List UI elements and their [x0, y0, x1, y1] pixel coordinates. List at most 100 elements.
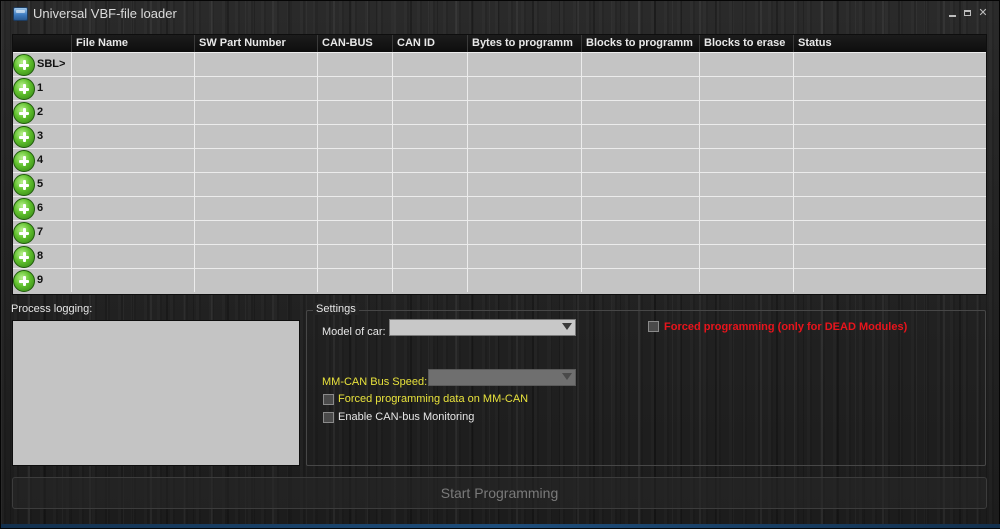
- cell-status: [793, 269, 986, 292]
- cell-bytes-to-programm: [467, 125, 581, 148]
- add-file-plus-icon[interactable]: [13, 246, 35, 268]
- cell-blocks-to-programm: [581, 197, 699, 220]
- cell-blocks-to-programm: [581, 149, 699, 172]
- row-label: 4: [37, 154, 44, 166]
- row-header: 4: [13, 149, 71, 172]
- grid-row-2[interactable]: 2: [13, 100, 986, 124]
- cell-bytes-to-programm: [467, 149, 581, 172]
- forced-mm-can-label[interactable]: Forced programming data on MM-CAN: [338, 393, 528, 405]
- cell-can-id: [392, 197, 467, 220]
- cell-can-id: [392, 173, 467, 196]
- cell-can-id: [392, 245, 467, 268]
- cell-can-id: [392, 125, 467, 148]
- process-logging-label: Process logging:: [11, 303, 93, 315]
- cell-bytes-to-programm: [467, 173, 581, 196]
- grid-row-4[interactable]: 4: [13, 148, 986, 172]
- grid-row-5[interactable]: 5: [13, 172, 986, 196]
- add-file-plus-icon[interactable]: [13, 78, 35, 100]
- grid-row-7[interactable]: 7: [13, 220, 986, 244]
- cell-status: [793, 197, 986, 220]
- maximize-button[interactable]: [962, 7, 974, 19]
- can-bus-monitoring-label[interactable]: Enable CAN-bus Monitoring: [338, 411, 474, 423]
- cell-can-bus: [317, 53, 392, 76]
- close-icon: ✕: [978, 7, 988, 19]
- cell-file-name: [71, 197, 194, 220]
- row-header: 2: [13, 101, 71, 124]
- column-header-file-name[interactable]: File Name: [71, 35, 194, 52]
- forced-programming-dead-checkbox[interactable]: [648, 321, 659, 332]
- column-header-bytes-to-programm[interactable]: Bytes to programm: [467, 35, 581, 52]
- row-header: 9: [13, 269, 71, 292]
- cell-can-bus: [317, 269, 392, 292]
- cell-can-id: [392, 221, 467, 244]
- grid-row-6[interactable]: 6: [13, 196, 986, 220]
- cell-bytes-to-programm: [467, 221, 581, 244]
- cell-bytes-to-programm: [467, 197, 581, 220]
- grid-row-3[interactable]: 3: [13, 124, 986, 148]
- column-header-can-bus[interactable]: CAN-BUS: [317, 35, 392, 52]
- grid-row-9[interactable]: 9: [13, 268, 986, 292]
- cell-blocks-to-erase: [699, 269, 793, 292]
- column-header-sw-part-number[interactable]: SW Part Number: [194, 35, 317, 52]
- cell-can-bus: [317, 245, 392, 268]
- mm-can-bus-speed-dropdown[interactable]: [428, 369, 576, 386]
- cell-status: [793, 101, 986, 124]
- cell-file-name: [71, 53, 194, 76]
- column-header-can-id[interactable]: CAN ID: [392, 35, 467, 52]
- row-label: 3: [37, 130, 44, 142]
- cell-status: [793, 149, 986, 172]
- cell-blocks-to-erase: [699, 53, 793, 76]
- row-label: 7: [37, 226, 44, 238]
- cell-sw-part-number: [194, 101, 317, 124]
- grid-row-8[interactable]: 8: [13, 244, 986, 268]
- cell-blocks-to-erase: [699, 149, 793, 172]
- column-header-status[interactable]: Status: [793, 35, 986, 52]
- app-icon: [13, 7, 28, 21]
- add-file-plus-icon[interactable]: [13, 198, 35, 220]
- cell-can-bus: [317, 197, 392, 220]
- cell-blocks-to-erase: [699, 197, 793, 220]
- add-file-plus-icon[interactable]: [13, 222, 35, 244]
- column-header-blocks-to-erase[interactable]: Blocks to erase: [699, 35, 793, 52]
- forced-programming-dead-label[interactable]: Forced programming (only for DEAD Module…: [664, 321, 907, 333]
- can-bus-monitoring-checkbox[interactable]: [323, 412, 334, 423]
- cell-can-id: [392, 101, 467, 124]
- grid-row-1[interactable]: 1: [13, 76, 986, 100]
- process-logging-textarea[interactable]: [12, 320, 300, 466]
- cell-sw-part-number: [194, 245, 317, 268]
- mm-can-bus-speed-label: MM-CAN Bus Speed:: [322, 376, 428, 388]
- cell-blocks-to-erase: [699, 77, 793, 100]
- cell-blocks-to-programm: [581, 53, 699, 76]
- column-header-row: [13, 35, 71, 52]
- add-file-plus-icon[interactable]: [13, 102, 35, 124]
- settings-legend: Settings: [313, 303, 359, 315]
- grid-header: File Name SW Part Number CAN-BUS CAN ID …: [13, 35, 986, 52]
- model-of-car-dropdown[interactable]: [389, 319, 576, 336]
- row-header: 6: [13, 197, 71, 220]
- cell-status: [793, 245, 986, 268]
- add-file-plus-icon[interactable]: [13, 54, 35, 76]
- cell-status: [793, 53, 986, 76]
- add-file-plus-icon[interactable]: [13, 270, 35, 292]
- maximize-icon: [964, 10, 971, 16]
- start-programming-button[interactable]: Start Programming: [12, 477, 987, 509]
- cell-sw-part-number: [194, 197, 317, 220]
- add-file-plus-icon[interactable]: [13, 126, 35, 148]
- row-header: 8: [13, 245, 71, 268]
- chevron-down-icon: [562, 373, 572, 382]
- cell-blocks-to-erase: [699, 245, 793, 268]
- minimize-button[interactable]: [947, 7, 959, 19]
- cell-sw-part-number: [194, 173, 317, 196]
- cell-can-bus: [317, 101, 392, 124]
- column-header-blocks-to-programm[interactable]: Blocks to programm: [581, 35, 699, 52]
- add-file-plus-icon[interactable]: [13, 150, 35, 172]
- add-file-plus-icon[interactable]: [13, 174, 35, 196]
- forced-mm-can-checkbox[interactable]: [323, 394, 334, 405]
- cell-sw-part-number: [194, 77, 317, 100]
- cell-blocks-to-erase: [699, 221, 793, 244]
- close-button[interactable]: ✕: [977, 7, 989, 19]
- row-label: 9: [37, 274, 44, 286]
- cell-sw-part-number: [194, 149, 317, 172]
- grid-row-sbl[interactable]: SBL>: [13, 52, 986, 76]
- cell-can-bus: [317, 173, 392, 196]
